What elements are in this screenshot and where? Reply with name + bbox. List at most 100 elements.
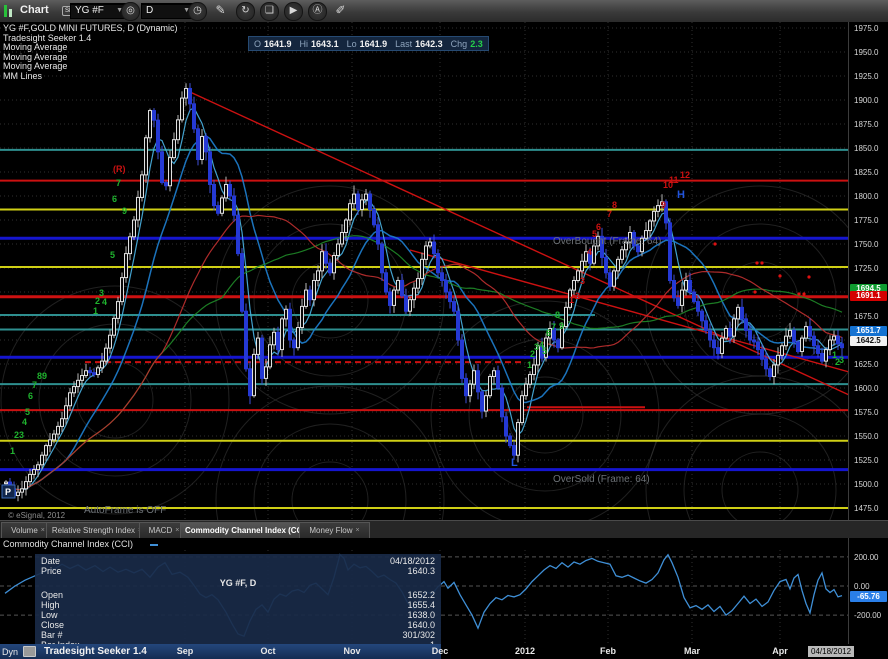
- candle: [669, 223, 672, 281]
- tab-commodity-channel-index-cci-[interactable]: Commodity Channel Index (CCI)×: [180, 522, 308, 538]
- wave-label: 5: [110, 250, 115, 260]
- candle: [557, 340, 560, 348]
- tab-label: Commodity Channel Index (CCI): [185, 526, 307, 535]
- frame-icon: [23, 646, 36, 657]
- candle: [345, 220, 348, 232]
- price-tick: 1900.0: [854, 96, 878, 105]
- play-button[interactable]: ▶: [284, 2, 303, 21]
- candle: [89, 371, 92, 373]
- candle: [709, 330, 712, 340]
- price-tick: 1675.0: [854, 312, 878, 321]
- dyn-label: Dyn: [2, 647, 18, 657]
- candle: [481, 392, 484, 411]
- time-label: Apr: [772, 646, 788, 656]
- price-tick: 1775.0: [854, 216, 878, 225]
- candle: [117, 302, 120, 319]
- price-chart[interactable]: 12345678912345697(R)12345679812312345678…: [0, 22, 848, 520]
- open-label: O: [254, 39, 261, 49]
- symbol-input[interactable]: YG #F▼: [70, 3, 128, 19]
- candle: [573, 280, 576, 290]
- candle: [693, 292, 696, 302]
- candle: [737, 307, 740, 319]
- candle: [237, 215, 240, 253]
- wave-label: 1: [10, 446, 15, 456]
- price-tick: 1625.0: [854, 360, 878, 369]
- time-template-button[interactable]: ◷: [188, 2, 207, 21]
- candle: [649, 221, 652, 231]
- candle: [121, 278, 124, 302]
- target-icon: ◎: [126, 5, 135, 16]
- candle: [781, 346, 784, 356]
- quote-bubble-icon: ❑: [265, 5, 274, 16]
- high-label: Hi: [300, 39, 309, 49]
- status-bar: Dyn Tradesight Seeker 1.4 SepOctNovDec20…: [0, 644, 888, 659]
- refresh-button[interactable]: ↻: [236, 2, 255, 21]
- tooltip-row: Bar #301/302: [41, 630, 435, 640]
- candle: [69, 393, 72, 406]
- candle: [177, 120, 180, 140]
- oversold-label: OverSold (Frame: 64): [553, 474, 650, 485]
- price-badge: 1651.7: [850, 326, 887, 336]
- candle: [321, 252, 324, 271]
- cci-axis[interactable]: 200.000.00-200.00-65.76: [848, 538, 888, 644]
- close-icon[interactable]: ×: [41, 527, 45, 534]
- gann-circle: [77, 362, 153, 438]
- price-axis[interactable]: 1975.01950.01925.01900.01875.01850.01825…: [848, 22, 888, 520]
- close-icon[interactable]: ×: [356, 527, 360, 534]
- candle: [689, 280, 692, 292]
- candle: [453, 302, 456, 312]
- candle: [221, 198, 224, 213]
- candle: [397, 280, 400, 290]
- candle: [129, 237, 132, 254]
- price-badge: 1642.5: [850, 336, 887, 346]
- close-icon[interactable]: ×: [175, 527, 179, 534]
- price-tick: 1975.0: [854, 24, 878, 33]
- eraser-button[interactable]: ✐: [332, 2, 349, 19]
- main-chart-panel: 12345678912345697(R)12345679812312345678…: [0, 22, 888, 520]
- cci-line-swatch: [150, 544, 158, 546]
- candle: [449, 292, 452, 302]
- candle: [149, 111, 152, 138]
- candle: [45, 446, 48, 456]
- candle: [581, 261, 584, 271]
- candle: [805, 327, 808, 339]
- chg-label: Chg: [451, 39, 468, 49]
- tooltip-row: High1655.4: [41, 600, 435, 610]
- price-tick: 1600.0: [854, 384, 878, 393]
- time-label: Oct: [260, 646, 275, 656]
- candle: [417, 279, 420, 289]
- candle: [789, 330, 792, 336]
- cci-tick: -200.00: [854, 611, 881, 620]
- draw-button[interactable]: ✎: [212, 2, 229, 19]
- eraser-icon: ✐: [335, 3, 345, 17]
- candle: [529, 375, 532, 385]
- moving-average: [6, 108, 842, 490]
- candle: [705, 321, 708, 331]
- candle: [501, 388, 504, 417]
- tab-money-flow[interactable]: Money Flow×: [299, 522, 370, 538]
- candle: [757, 342, 760, 350]
- interval-input[interactable]: D▼: [141, 3, 195, 19]
- pivot-letter: L: [511, 457, 518, 469]
- last-value: 1642.3: [415, 39, 443, 49]
- candle: [81, 376, 84, 381]
- candle: [197, 129, 200, 160]
- candle: [773, 365, 776, 377]
- candle: [701, 311, 704, 321]
- candle: [209, 152, 212, 185]
- quote-button[interactable]: ❑: [260, 2, 279, 21]
- cci-tick: 0.00: [854, 582, 870, 591]
- candle: [813, 336, 816, 346]
- tab-relative-strength-index[interactable]: Relative Strength Index×: [46, 522, 148, 538]
- copyright-label: © eSignal, 2012: [8, 511, 65, 520]
- app-name-label: Tradesight Seeker 1.4: [44, 646, 147, 657]
- candle: [821, 353, 824, 361]
- auto-button[interactable]: Ⓐ: [308, 2, 327, 21]
- candle: [657, 206, 660, 212]
- candle: [401, 280, 404, 295]
- candle: [253, 354, 256, 395]
- wave-label: 3: [19, 430, 24, 440]
- candle: [57, 426, 60, 434]
- candle: [185, 88, 188, 98]
- symbol-lookup-button[interactable]: ◎: [121, 2, 140, 21]
